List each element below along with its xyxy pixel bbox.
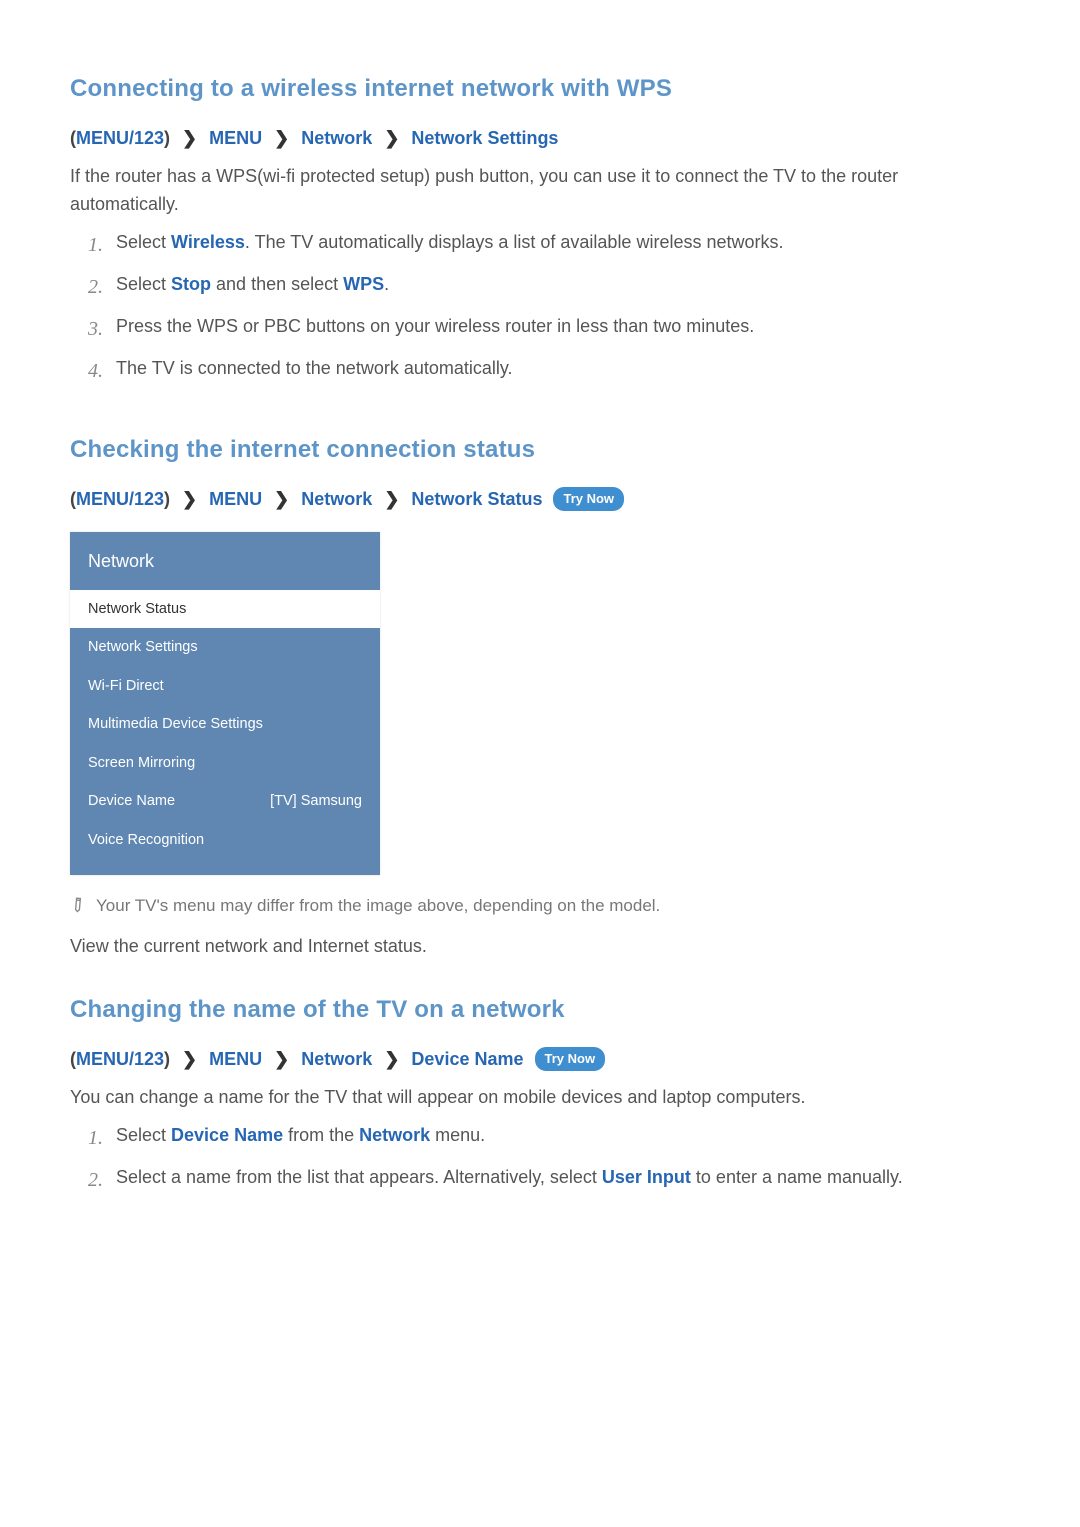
menu-item-network-settings[interactable]: Network Settings bbox=[70, 628, 380, 666]
chevron-right-icon: ❯ bbox=[274, 486, 289, 514]
menu-item-voice-recognition[interactable]: Voice Recognition bbox=[70, 821, 380, 859]
chevron-right-icon: ❯ bbox=[274, 125, 289, 153]
step-item: 1.Select Device Name from the Network me… bbox=[88, 1122, 1010, 1154]
network-menu-preview: Network Network Status Network Settings … bbox=[70, 532, 380, 875]
chevron-right-icon: ❯ bbox=[182, 1046, 197, 1074]
section-wps: Connecting to a wireless internet networ… bbox=[70, 70, 1010, 387]
step-item: 2.Select a name from the list that appea… bbox=[88, 1164, 1010, 1196]
menu-item-network-status[interactable]: Network Status bbox=[70, 590, 380, 628]
menu-item-wifi-direct[interactable]: Wi-Fi Direct bbox=[70, 667, 380, 705]
section-title: Connecting to a wireless internet networ… bbox=[70, 70, 1010, 107]
intro-text: If the router has a WPS(wi-fi protected … bbox=[70, 163, 1010, 219]
breadcrumb: (MENU/123) ❯ MENU ❯ Network ❯ Device Nam… bbox=[70, 1046, 1010, 1074]
section-title: Checking the internet connection status bbox=[70, 431, 1010, 468]
chevron-right-icon: ❯ bbox=[274, 1046, 289, 1074]
step-item: 1.Select Wireless. The TV automatically … bbox=[88, 229, 1010, 261]
section-status: Checking the internet connection status … bbox=[70, 431, 1010, 961]
pencil-icon bbox=[70, 893, 96, 921]
try-now-badge[interactable]: Try Now bbox=[553, 487, 624, 511]
step-list: 1.Select Wireless. The TV automatically … bbox=[70, 229, 1010, 387]
intro-text: You can change a name for the TV that wi… bbox=[70, 1084, 1010, 1112]
chevron-right-icon: ❯ bbox=[182, 486, 197, 514]
try-now-badge[interactable]: Try Now bbox=[535, 1047, 606, 1071]
post-text: View the current network and Internet st… bbox=[70, 933, 1010, 961]
chevron-right-icon: ❯ bbox=[384, 486, 399, 514]
breadcrumb: (MENU/123) ❯ MENU ❯ Network ❯ Network Se… bbox=[70, 125, 1010, 153]
breadcrumb: (MENU/123) ❯ MENU ❯ Network ❯ Network St… bbox=[70, 486, 1010, 514]
chevron-right-icon: ❯ bbox=[182, 125, 197, 153]
note-text: Your TV's menu may differ from the image… bbox=[96, 893, 1010, 919]
section-devicename: Changing the name of the TV on a network… bbox=[70, 991, 1010, 1196]
chevron-right-icon: ❯ bbox=[384, 125, 399, 153]
step-item: 3.Press the WPS or PBC buttons on your w… bbox=[88, 313, 1010, 345]
step-list: 1.Select Device Name from the Network me… bbox=[70, 1122, 1010, 1196]
menu-title: Network bbox=[70, 532, 380, 590]
chevron-right-icon: ❯ bbox=[384, 1046, 399, 1074]
section-title: Changing the name of the TV on a network bbox=[70, 991, 1010, 1028]
step-item: 2.Select Stop and then select WPS. bbox=[88, 271, 1010, 303]
menu-item-screen-mirroring[interactable]: Screen Mirroring bbox=[70, 744, 380, 782]
menu-item-device-name[interactable]: Device Name[TV] Samsung bbox=[70, 782, 380, 820]
menu-item-multimedia[interactable]: Multimedia Device Settings bbox=[70, 705, 380, 743]
step-item: 4.The TV is connected to the network aut… bbox=[88, 355, 1010, 387]
note: Your TV's menu may differ from the image… bbox=[70, 893, 1010, 921]
